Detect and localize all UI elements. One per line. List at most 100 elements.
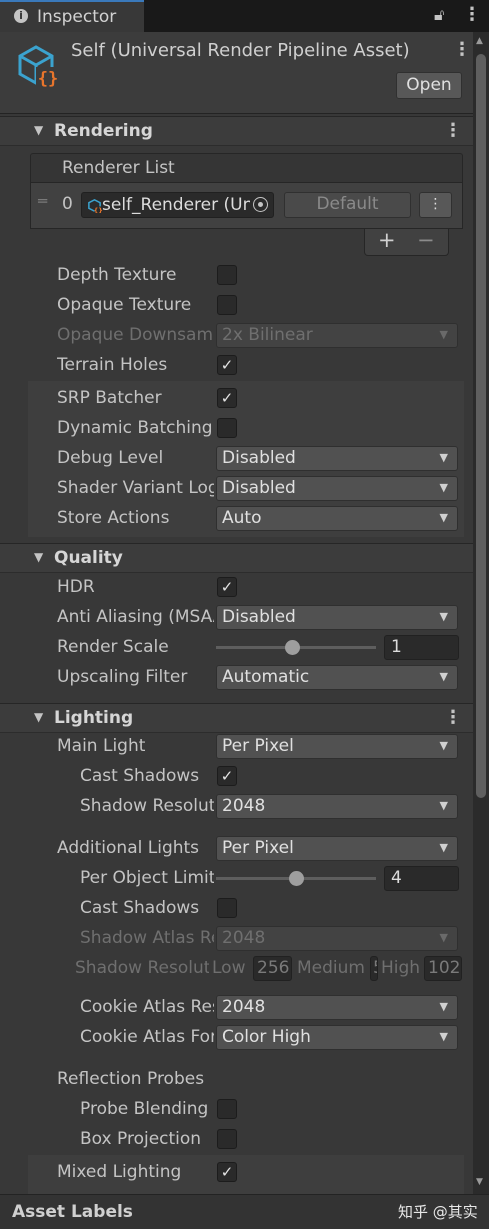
renderer-options-icon[interactable]: ⋮: [419, 192, 452, 218]
dropdown-arrow-icon: ▼: [439, 931, 448, 944]
render-scale-field[interactable]: 1: [384, 635, 459, 660]
cookie-atlas-format-label: Cookie Atlas Format: [80, 1027, 214, 1047]
upscaling-filter-dropdown[interactable]: Automatic ▼: [216, 665, 458, 690]
tier-low-field: 256: [253, 956, 292, 981]
open-button[interactable]: Open: [396, 72, 462, 99]
store-actions-label: Store Actions: [57, 508, 170, 528]
dropdown-value: Auto: [222, 508, 262, 528]
additional-lights-dropdown[interactable]: Per Pixel ▼: [216, 836, 458, 861]
main-cast-shadows-label: Cast Shadows: [80, 766, 200, 786]
lock-icon[interactable]: 🔓︎: [434, 5, 444, 25]
section-lighting[interactable]: ▼ Lighting ⋮: [0, 703, 473, 733]
render-scale-slider[interactable]: [216, 640, 376, 656]
terrain-holes-label: Terrain Holes: [57, 355, 168, 375]
foldout-arrow-icon: ▼: [34, 123, 44, 137]
dropdown-arrow-icon: ▼: [439, 328, 448, 341]
section-title: Lighting: [54, 708, 134, 728]
anti-aliasing-dropdown[interactable]: Disabled ▼: [216, 605, 458, 630]
dropdown-arrow-icon: ▼: [439, 481, 448, 494]
upscaling-filter-label: Upscaling Filter: [57, 667, 188, 687]
section-rendering[interactable]: ▼ Rendering ⋮: [0, 116, 473, 146]
tier-medium-label: Medium: [297, 958, 365, 978]
dropdown-arrow-icon: ▼: [439, 739, 448, 752]
store-actions-dropdown[interactable]: Auto ▼: [216, 506, 458, 531]
section-menu-icon[interactable]: ⋮: [444, 709, 462, 727]
hdr-checkbox[interactable]: ✓: [217, 577, 237, 597]
svg-text:{}: {}: [94, 207, 102, 213]
opaque-texture-label: Opaque Texture: [57, 295, 192, 315]
scroll-down-icon[interactable]: ▼: [476, 1177, 483, 1187]
foldout-arrow-icon: ▼: [34, 550, 44, 564]
depth-texture-checkbox[interactable]: [217, 265, 237, 285]
dropdown-value: Color High: [222, 1027, 311, 1047]
asset-labels-bar[interactable]: Asset Labels 知乎 @其实: [0, 1194, 489, 1229]
anti-aliasing-label: Anti Aliasing (MSAA): [57, 607, 214, 627]
main-shadow-resolution-label: Shadow Resolution: [80, 796, 214, 816]
per-object-limit-field[interactable]: 4: [384, 866, 459, 891]
debug-level-dropdown[interactable]: Disabled ▼: [216, 446, 458, 471]
asset-menu-icon[interactable]: ⋮: [453, 41, 471, 59]
box-projection-label: Box Projection: [80, 1129, 202, 1149]
opaque-texture-checkbox[interactable]: [217, 295, 237, 315]
slider-knob[interactable]: [289, 871, 304, 886]
mixed-lighting-checkbox[interactable]: ✓: [217, 1162, 237, 1182]
tab-inspector[interactable]: i Inspector: [0, 0, 144, 32]
tab-label: Inspector: [37, 7, 117, 27]
per-object-limit-label: Per Object Limit: [80, 868, 214, 888]
section-title: Rendering: [54, 121, 153, 141]
srp-batcher-checkbox[interactable]: ✓: [217, 388, 237, 408]
dropdown-arrow-icon: ▼: [439, 610, 448, 623]
additional-lights-label: Additional Lights: [57, 838, 200, 858]
dropdown-value: 2048: [222, 796, 266, 816]
main-cast-shadows-checkbox[interactable]: ✓: [217, 766, 237, 786]
dropdown-value: Disabled: [222, 607, 296, 627]
watermark: 知乎 @其实: [398, 1203, 478, 1221]
probe-blending-checkbox[interactable]: [217, 1099, 237, 1119]
dropdown-arrow-icon: ▼: [439, 511, 448, 524]
asset-labels-label: Asset Labels: [12, 1202, 133, 1222]
box-projection-checkbox[interactable]: [217, 1129, 237, 1149]
scroll-up-icon[interactable]: ▲: [476, 36, 483, 46]
info-icon: i: [14, 9, 28, 23]
shader-variant-log-dropdown[interactable]: Disabled ▼: [216, 476, 458, 501]
dropdown-arrow-icon: ▼: [439, 1000, 448, 1013]
terrain-holes-checkbox[interactable]: ✓: [217, 355, 237, 375]
scrollbar-thumb[interactable]: [476, 54, 486, 798]
add-renderer-button[interactable]: +: [378, 228, 396, 252]
dropdown-arrow-icon: ▼: [439, 799, 448, 812]
dropdown-arrow-icon: ▼: [439, 1030, 448, 1043]
dynamic-batching-checkbox[interactable]: [217, 418, 237, 438]
shadow-atlas-resolution-label: Shadow Atlas Resolution: [80, 928, 214, 948]
cookie-atlas-format-dropdown[interactable]: Color High ▼: [216, 1025, 458, 1050]
add-cast-shadows-label: Cast Shadows: [80, 898, 200, 918]
renderer-object-field[interactable]: {} self_Renderer (Universal Renderer Dat…: [81, 192, 274, 218]
dropdown-value: Per Pixel: [222, 838, 294, 858]
dropdown-arrow-icon: ▼: [439, 841, 448, 854]
opaque-downsampling-dropdown: 2x Bilinear ▼: [216, 323, 458, 348]
tab-menu-icon[interactable]: ⋮: [463, 6, 481, 24]
section-quality[interactable]: ▼ Quality: [0, 543, 473, 573]
drag-handle-icon[interactable]: ═: [38, 192, 47, 210]
dropdown-value: Disabled: [222, 478, 296, 498]
remove-renderer-button[interactable]: −: [417, 228, 435, 252]
section-menu-icon[interactable]: ⋮: [444, 122, 462, 140]
asset-title: Self (Universal Render Pipeline Asset): [71, 40, 410, 61]
opaque-downsampling-label: Opaque Downsampling: [57, 325, 214, 345]
main-light-dropdown[interactable]: Per Pixel ▼: [216, 734, 458, 759]
cookie-atlas-resolution-dropdown[interactable]: 2048 ▼: [216, 995, 458, 1020]
srp-batcher-label: SRP Batcher: [57, 388, 162, 408]
dropdown-value: Disabled: [222, 448, 296, 468]
slider-knob[interactable]: [285, 640, 300, 655]
add-cast-shadows-checkbox[interactable]: [217, 898, 237, 918]
dropdown-value: 2048: [222, 997, 266, 1017]
dropdown-value: Automatic: [222, 667, 310, 687]
renderer-asset-icon: {}: [88, 199, 102, 213]
object-picker-icon[interactable]: [253, 197, 268, 212]
list-footer: + −: [364, 228, 449, 256]
main-shadow-resolution-dropdown[interactable]: 2048 ▼: [216, 794, 458, 819]
dropdown-value: 2048: [222, 928, 266, 948]
set-default-button[interactable]: Default: [284, 192, 411, 218]
section-title: Quality: [54, 548, 123, 568]
tier-medium-field: 512: [370, 956, 378, 981]
per-object-limit-slider[interactable]: [216, 871, 376, 887]
